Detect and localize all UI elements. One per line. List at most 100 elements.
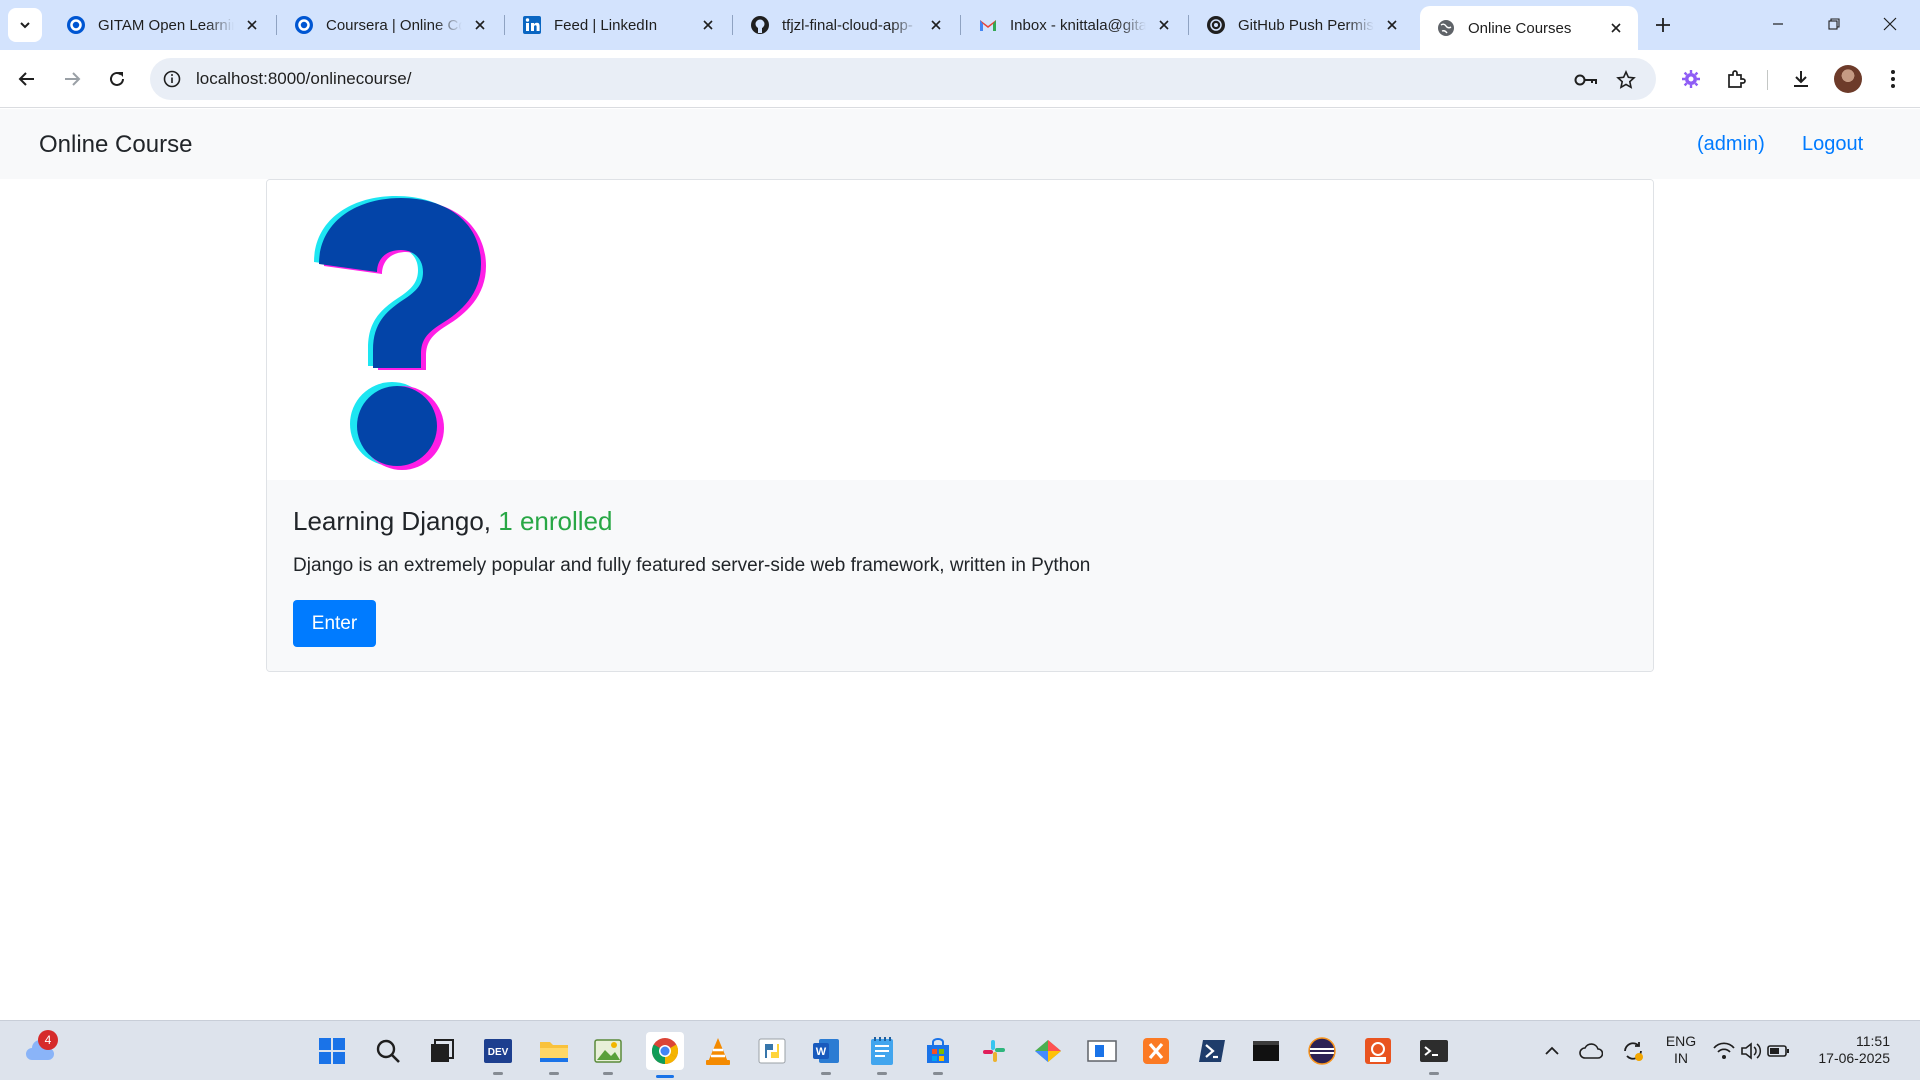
- menu-button[interactable]: [1876, 62, 1910, 96]
- task-view-icon: [431, 1039, 454, 1062]
- tab-online-courses[interactable]: Online Courses: [1420, 6, 1638, 50]
- enter-button[interactable]: Enter: [293, 600, 376, 647]
- volume-icon: [1741, 1042, 1762, 1060]
- question-mark-icon: [314, 196, 486, 470]
- battery-icon: [1767, 1045, 1789, 1057]
- minimize-icon: [1773, 23, 1783, 25]
- close-icon[interactable]: [242, 15, 262, 35]
- close-window-button[interactable]: [1862, 0, 1918, 48]
- course-card-body: Learning Django, 1 enrolled Django is an…: [267, 480, 1653, 671]
- close-icon[interactable]: [698, 15, 718, 35]
- python-button[interactable]: [756, 1035, 788, 1067]
- browser-toolbar: localhost:8000/onlinecourse/: [0, 50, 1920, 108]
- new-tab-button[interactable]: [1648, 10, 1678, 40]
- forward-button[interactable]: [55, 62, 89, 96]
- xampp-button[interactable]: [1140, 1035, 1172, 1067]
- store-bag-icon: [927, 1038, 949, 1063]
- profile-avatar[interactable]: [1834, 65, 1862, 93]
- window-app-icon: [1087, 1040, 1117, 1062]
- extension-gear-button[interactable]: [1674, 62, 1708, 96]
- paint-app-button[interactable]: [592, 1035, 624, 1075]
- slack-button[interactable]: [978, 1035, 1010, 1067]
- windows-taskbar: 4 DEV W ENG IN 11:51 17-06-2025: [0, 1020, 1920, 1080]
- site-navbar: Online Course (admin) Logout: [0, 109, 1920, 179]
- sync-icon: [1624, 1042, 1643, 1061]
- tab-title: tfjzl-final-cloud-app-: [782, 16, 913, 34]
- powershell-icon: [1199, 1040, 1225, 1062]
- store-button[interactable]: [922, 1035, 954, 1075]
- gitkraken-button[interactable]: [1032, 1035, 1064, 1067]
- address-bar[interactable]: localhost:8000/onlinecourse/: [150, 58, 1656, 100]
- sync-status-button[interactable]: [1618, 1035, 1648, 1067]
- reload-button[interactable]: [100, 62, 134, 96]
- quick-settings-button[interactable]: [1712, 1035, 1792, 1067]
- input-language-indicator[interactable]: ENG IN: [1662, 1033, 1700, 1067]
- navbar-brand[interactable]: Online Course: [39, 131, 192, 159]
- toolbar-divider: [1767, 70, 1768, 90]
- show-hidden-icons-button[interactable]: [1538, 1035, 1566, 1067]
- tab-coursera[interactable]: Coursera | Online Courses: [278, 6, 502, 44]
- close-icon[interactable]: [1606, 18, 1626, 38]
- active-indicator: [656, 1075, 674, 1078]
- notepad-button[interactable]: [866, 1035, 898, 1075]
- site-info-icon[interactable]: [162, 69, 182, 89]
- puzzle-icon: [1728, 70, 1746, 88]
- close-icon[interactable]: [470, 15, 490, 35]
- arrow-left-icon: [18, 72, 34, 86]
- wifi-icon: [1713, 1042, 1735, 1059]
- bookmark-star-icon[interactable]: [1614, 68, 1638, 92]
- word-button[interactable]: W: [810, 1035, 842, 1075]
- start-button[interactable]: [316, 1035, 348, 1067]
- remote-desktop-button[interactable]: [1086, 1035, 1118, 1067]
- ubuntu-button[interactable]: [1362, 1035, 1394, 1067]
- restore-button[interactable]: [1806, 0, 1862, 48]
- tab-title: Inbox - knittala@gitam: [1010, 16, 1146, 34]
- password-key-icon[interactable]: [1574, 68, 1598, 92]
- tab-title: Online Courses: [1468, 19, 1572, 37]
- tab-gitam[interactable]: GITAM Open Learning: [50, 6, 274, 44]
- tab-github-repo[interactable]: tfjzl-final-cloud-app-: [734, 6, 958, 44]
- close-icon: [1883, 17, 1897, 31]
- tab-title: Coursera | Online Courses: [326, 16, 462, 34]
- extensions-button[interactable]: [1719, 62, 1753, 96]
- clock[interactable]: 11:51 17-06-2025: [1810, 1033, 1890, 1067]
- url-text[interactable]: localhost:8000/onlinecourse/: [196, 69, 411, 89]
- notepad-icon: [871, 1037, 893, 1065]
- course-title: Learning Django, 1 enrolled: [293, 506, 612, 537]
- close-icon[interactable]: [1154, 15, 1174, 35]
- command-prompt-button[interactable]: [1250, 1035, 1282, 1067]
- onedrive-button[interactable]: [1576, 1035, 1606, 1067]
- chevron-up-icon: [1545, 1046, 1559, 1055]
- running-indicator: [821, 1072, 831, 1075]
- close-icon[interactable]: [926, 15, 946, 35]
- minimize-button[interactable]: [1750, 0, 1806, 48]
- powershell-button[interactable]: [1196, 1035, 1228, 1067]
- chrome-button[interactable]: [646, 1032, 684, 1078]
- reload-icon: [110, 71, 124, 86]
- back-button[interactable]: [10, 62, 44, 96]
- tab-search-button[interactable]: [8, 8, 42, 42]
- tab-gmail[interactable]: Inbox - knittala@gitam: [962, 6, 1186, 44]
- running-indicator: [877, 1072, 887, 1075]
- image-editor-icon: [594, 1039, 622, 1063]
- course-image: [267, 180, 1653, 480]
- tab-separator: [1188, 15, 1189, 35]
- tab-title: Feed | LinkedIn: [554, 16, 658, 34]
- tab-linkedin[interactable]: Feed | LinkedIn: [506, 6, 730, 44]
- vlc-button[interactable]: [702, 1035, 734, 1067]
- tab-title: GitHub Push Permissions: [1238, 16, 1374, 34]
- tab-chatgpt[interactable]: GitHub Push Permissions: [1190, 6, 1414, 44]
- eclipse-button[interactable]: [1306, 1035, 1338, 1067]
- search-button[interactable]: [372, 1035, 404, 1067]
- coursera-icon: [294, 15, 314, 35]
- close-icon[interactable]: [1382, 15, 1402, 35]
- gmail-icon: [978, 15, 998, 35]
- file-explorer-button[interactable]: [538, 1035, 570, 1075]
- admin-user-link[interactable]: (admin): [1697, 133, 1765, 156]
- terminal-button[interactable]: [1418, 1035, 1450, 1075]
- devtools-app-button[interactable]: DEV: [482, 1035, 514, 1075]
- task-view-button[interactable]: [426, 1035, 458, 1067]
- downloads-button[interactable]: [1784, 62, 1818, 96]
- logout-link[interactable]: Logout: [1802, 133, 1863, 156]
- eclipse-icon: [1308, 1037, 1336, 1065]
